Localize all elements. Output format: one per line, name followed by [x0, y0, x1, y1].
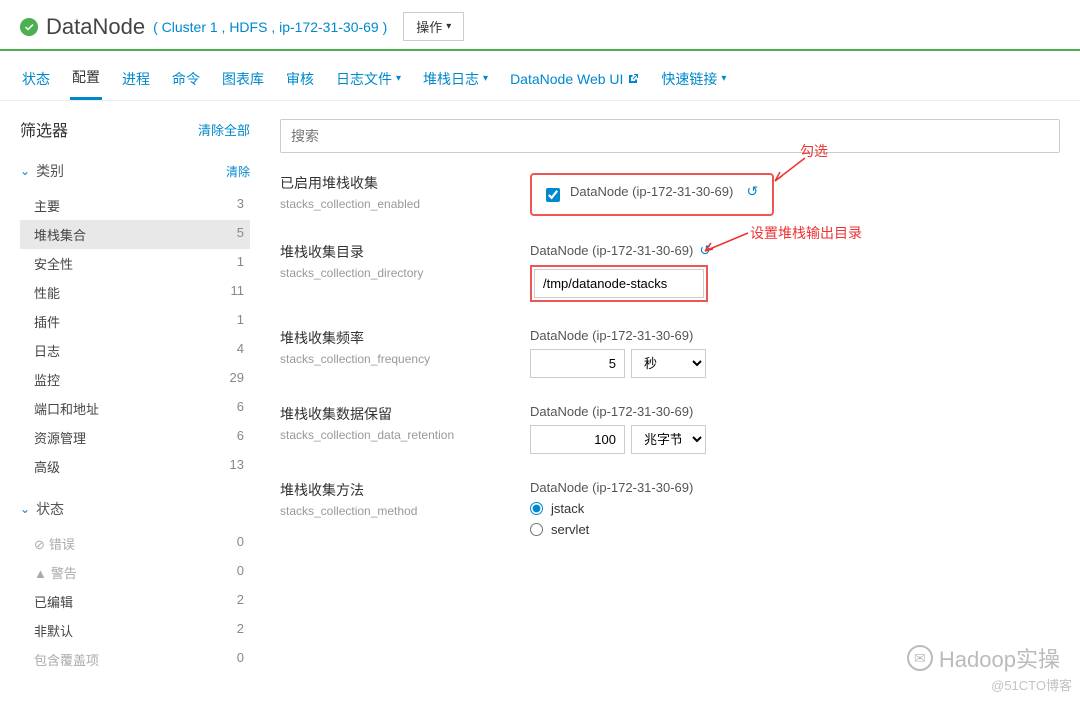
revert-icon[interactable]: ↺: [747, 183, 759, 200]
filter-item[interactable]: 日志4: [20, 336, 250, 365]
page-header: DataNode ( Cluster 1 , HDFS , ip-172-31-…: [0, 0, 1080, 51]
chevron-down-icon: ⌄: [20, 502, 30, 516]
filter-item: ▲警告0: [20, 558, 250, 587]
node-label: DataNode (ip-172-31-30-69): [530, 328, 1060, 343]
filter-item[interactable]: 已编辑2: [20, 587, 250, 616]
config-name: 堆栈收集目录: [280, 242, 530, 262]
radio-option[interactable]: servlet: [530, 522, 1060, 537]
config-key: stacks_collection_directory: [280, 266, 530, 280]
node-label: DataNode (ip-172-31-30-69): [530, 404, 1060, 419]
watermark-main: ✉ Hadoop实操: [907, 642, 1060, 674]
tab-item[interactable]: 状态: [20, 61, 52, 100]
number-input[interactable]: [530, 425, 625, 454]
filter-item[interactable]: 端口和地址6: [20, 394, 250, 423]
config-row: 堆栈收集方法 stacks_collection_methodDataNode (…: [280, 480, 1060, 543]
breadcrumb[interactable]: ( Cluster 1 , HDFS , ip-172-31-30-69 ): [153, 19, 387, 35]
watermark-sub: @51CTO博客: [991, 675, 1072, 694]
error-icon: ⊘: [34, 537, 45, 552]
group-clear-link[interactable]: 清除: [226, 163, 250, 180]
config-key: stacks_collection_enabled: [280, 197, 530, 211]
tab-item[interactable]: 审核: [284, 61, 316, 100]
filter-title: 筛选器: [20, 117, 68, 141]
config-row: 已启用堆栈收集 stacks_collection_enabled DataNode…: [280, 173, 1060, 216]
filter-item[interactable]: 资源管理6: [20, 423, 250, 452]
tab-item[interactable]: 堆栈日志▾: [421, 61, 490, 100]
config-key: stacks_collection_method: [280, 504, 530, 518]
tab-item[interactable]: 图表库: [220, 61, 266, 100]
chevron-down-icon: ▾: [396, 73, 401, 84]
filter-item[interactable]: 安全性1: [20, 249, 250, 278]
revert-icon[interactable]: ↺: [699, 242, 711, 259]
wechat-icon: ✉: [907, 645, 933, 671]
config-name: 堆栈收集频率: [280, 328, 530, 348]
filter-item: 包含覆盖项0: [20, 645, 250, 674]
tab-item[interactable]: 快速链接▾: [659, 61, 728, 100]
chevron-down-icon: ▾: [721, 73, 726, 84]
filter-group-header[interactable]: ⌄类别清除: [20, 155, 250, 187]
unit-select[interactable]: 兆字节: [631, 425, 706, 454]
unit-select[interactable]: 秒: [631, 349, 706, 378]
config-row: 堆栈收集频率 stacks_collection_frequencyDataNod…: [280, 328, 1060, 378]
filter-item[interactable]: 监控29: [20, 365, 250, 394]
status-ok-icon: [20, 18, 38, 36]
chevron-down-icon: ▾: [483, 73, 488, 84]
filter-group-header[interactable]: ⌄状态: [20, 493, 250, 525]
config-key: stacks_collection_frequency: [280, 352, 530, 366]
directory-input[interactable]: [534, 269, 704, 298]
tab-item[interactable]: 命令: [170, 61, 202, 100]
radio-option[interactable]: jstack: [530, 501, 1060, 516]
config-name: 已启用堆栈收集: [280, 173, 530, 193]
clear-all-link[interactable]: 清除全部: [198, 120, 250, 139]
tab-item[interactable]: DataNode Web UI: [508, 61, 641, 100]
chevron-down-icon: ▾: [446, 21, 451, 32]
actions-button[interactable]: 操作▾: [403, 12, 464, 41]
chevron-down-icon: ⌄: [20, 164, 30, 178]
config-key: stacks_collection_data_retention: [280, 428, 530, 442]
filter-item[interactable]: 性能11: [20, 278, 250, 307]
content-area: 已启用堆栈收集 stacks_collection_enabled DataNode…: [260, 101, 1080, 702]
filter-item[interactable]: 主要3: [20, 191, 250, 220]
config-row: 堆栈收集目录 stacks_collection_directoryDataNod…: [280, 242, 1060, 302]
filter-item[interactable]: 堆栈集合5: [20, 220, 250, 249]
tab-bar: 状态配置进程命令图表库审核日志文件▾ 堆栈日志▾ DataNode Web UI 快速…: [0, 51, 1080, 101]
tab-item[interactable]: 进程: [120, 61, 152, 100]
search-input[interactable]: [280, 119, 1060, 153]
sidebar: 筛选器 清除全部 ⌄类别清除主要3堆栈集合5安全性1性能11插件1日志4监控29…: [0, 101, 260, 702]
tab-item[interactable]: 日志文件▾: [334, 61, 403, 100]
filter-item[interactable]: 非默认2: [20, 616, 250, 645]
page-title: DataNode: [46, 14, 145, 40]
node-label: DataNode (ip-172-31-30-69): [530, 480, 1060, 495]
node-label: DataNode (ip-172-31-30-69) ↺: [570, 183, 758, 200]
filter-item[interactable]: 高级13: [20, 452, 250, 481]
config-row: 堆栈收集数据保留 stacks_collection_data_retention…: [280, 404, 1060, 454]
warning-icon: ▲: [34, 566, 47, 581]
filter-item[interactable]: 插件1: [20, 307, 250, 336]
config-name: 堆栈收集方法: [280, 480, 530, 500]
node-label: DataNode (ip-172-31-30-69) ↺: [530, 242, 1060, 259]
filter-item: ⊘错误0: [20, 529, 250, 558]
enable-checkbox[interactable]: [546, 188, 560, 202]
external-link-icon: [627, 73, 639, 85]
number-input[interactable]: [530, 349, 625, 378]
tab-item[interactable]: 配置: [70, 61, 102, 100]
config-name: 堆栈收集数据保留: [280, 404, 530, 424]
